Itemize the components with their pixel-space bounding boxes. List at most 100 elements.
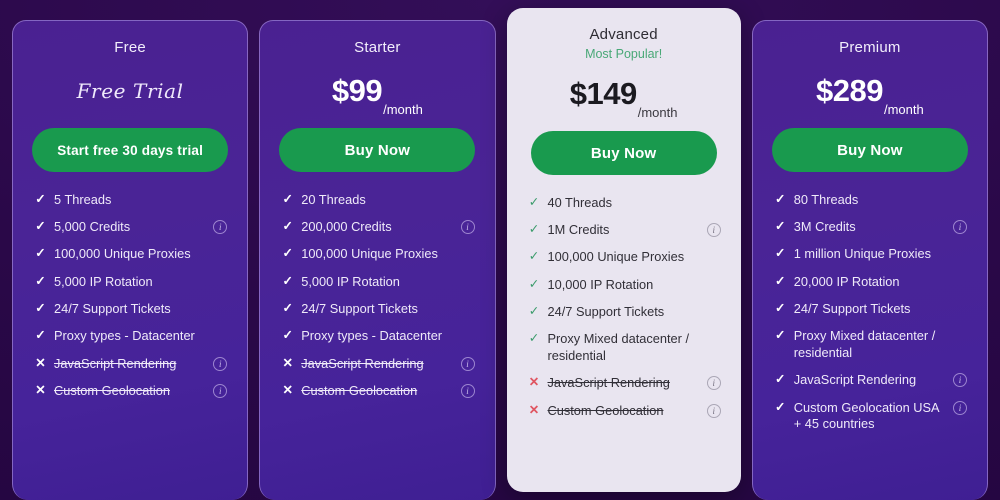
feature-item: ✓ 200,000 Credits i [282,213,475,240]
check-icon: ✓ [528,331,540,346]
pricing-card-premium: Premium $289/month Buy Now ✓ 80 Threads ✓ 3M C… [751,20,988,500]
check-icon: ✓ [35,246,46,261]
info-icon[interactable]: i [213,384,228,399]
feature-label: 10,000 IP Rotation [547,276,654,292]
check-icon: ✓ [282,328,293,343]
feature-item: ✓ 24/7 Support Tickets [529,299,721,326]
feature-item: ✓ 24/7 Support Tickets [35,296,227,323]
buy-now-button[interactable]: Buy Now [771,128,968,172]
feature-label: 20,000 IP Rotation [793,273,900,289]
feature-item: ✓ 20,000 IP Rotation [775,268,967,295]
price-block: $149/month [570,63,678,125]
feature-item: ✓ 10,000 IP Rotation [529,271,721,298]
feature-item: ✕ JavaScript Rendering i [282,350,475,377]
feature-item: ✓ Proxy types - Datacenter [35,323,227,350]
feature-list: ✓ 40 Threads ✓ 1M Credits i ✓ 100,000 Unique P… [523,189,725,424]
info-icon[interactable]: i [953,219,967,234]
feature-item: ✓ 24/7 Support Tickets [775,296,967,323]
feature-label: Custom Geolocation [54,383,170,399]
check-icon: ✓ [775,246,786,261]
feature-label: Proxy types - Datacenter [301,328,443,344]
info-icon[interactable]: i [953,373,967,388]
info-icon[interactable]: i [213,356,228,371]
feature-label: 24/7 Support Tickets [547,304,665,319]
feature-item: ✓ 20 Threads [282,186,474,213]
info-icon[interactable]: i [953,400,967,415]
check-icon: ✓ [35,301,46,315]
feature-item: ✕ Custom Geolocation i [529,397,721,424]
feature-item: ✓ Proxy Mixed datacenter / residential [775,323,967,367]
feature-item: ✓ 5 Threads [35,186,227,213]
check-icon: ✓ [775,301,786,315]
feature-label: 40 Threads [547,194,613,210]
feature-item: ✓ 100,000 Unique Proxies [35,241,227,268]
feature-label: JavaScript Rendering [54,355,177,371]
feature-label: 1 million Unique Proxies [793,246,932,262]
feature-label: 1M Credits [547,221,610,237]
check-icon: ✓ [775,191,786,206]
info-icon[interactable]: i [460,384,475,399]
feature-label: 24/7 Support Tickets [301,301,418,316]
pricing-card-advanced: Advanced Most Popular! $149/month Buy Now ✓ 4… [506,8,741,492]
price-block: Free Trial [77,60,184,122]
feature-item: ✓ 5,000 IP Rotation [282,268,474,295]
info-icon[interactable]: i [460,356,475,371]
feature-label: 5,000 IP Rotation [301,273,400,289]
plan-name: Premium [839,39,901,56]
most-popular-badge: Most Popular! [585,47,663,61]
feature-list: ✓ 80 Threads ✓ 3M Credits i ✓ 1 million Unique… [769,186,971,438]
feature-item: ✓ 100,000 Unique Proxies [282,241,474,268]
cross-icon: ✕ [528,402,540,417]
check-icon: ✓ [282,301,293,315]
plan-name: Free [114,39,146,56]
feature-item: ✓ Custom Geolocation USA + 45 countries i [775,394,967,438]
feature-item: ✓ 5,000 Credits i [35,213,228,240]
feature-label: JavaScript Rendering [301,355,424,371]
pricing-table: Free Free Trial Start free 30 days trial ✓ 5… [0,0,1000,500]
feature-label: Proxy Mixed datacenter / residential [793,328,936,360]
check-icon: ✓ [282,246,293,261]
feature-label: Custom Geolocation [301,383,418,399]
feature-label: Custom Geolocation [547,402,664,418]
check-icon: ✓ [528,221,540,236]
price-block: $99/month [332,60,423,122]
feature-item: ✓ 40 Threads [529,189,721,216]
check-icon: ✓ [775,399,786,414]
feature-item: ✓ 24/7 Support Tickets [282,296,474,323]
check-icon: ✓ [282,218,293,233]
price-period: /month [383,102,423,117]
price-period: /month [883,102,924,117]
info-icon[interactable]: i [706,403,721,418]
feature-item: ✓ 1M Credits i [529,216,721,243]
check-icon: ✓ [35,191,46,206]
info-icon[interactable]: i [460,219,475,234]
buy-now-button[interactable]: Buy Now [530,131,717,175]
feature-item: ✕ Custom Geolocation i [35,378,228,405]
info-icon[interactable]: i [213,219,228,234]
feature-label: 24/7 Support Tickets [54,301,171,316]
feature-label: 5,000 IP Rotation [54,273,153,289]
cross-icon: ✕ [528,375,540,390]
feature-item: ✓ 1 million Unique Proxies [775,241,967,268]
feature-item: ✕ JavaScript Rendering i [35,350,228,377]
feature-label: 3M Credits [793,218,856,234]
feature-item: ✓ 5,000 IP Rotation [35,268,227,295]
feature-item: ✓ JavaScript Rendering i [775,367,967,394]
price-amount: $149 [569,76,637,111]
feature-label: 5,000 Credits [54,218,131,234]
feature-label: 24/7 Support Tickets [793,301,911,316]
feature-label: 200,000 Credits [301,218,392,234]
start-trial-button[interactable]: Start free 30 days trial [32,128,229,172]
buy-now-button[interactable]: Buy Now [279,128,476,172]
feature-label: Custom Geolocation USA + 45 countries [793,399,939,431]
feature-item: ✓ Proxy Mixed datacenter / residential [529,326,721,370]
cross-icon: ✕ [282,355,293,370]
cross-icon: ✕ [35,355,46,370]
feature-label: 100,000 Unique Proxies [301,246,438,262]
feature-item: ✓ 100,000 Unique Proxies [529,244,721,271]
feature-label: 5 Threads [54,191,112,207]
feature-item: ✓ 80 Threads [775,186,967,213]
feature-label: 20 Threads [301,191,366,207]
info-icon[interactable]: i [706,222,721,237]
info-icon[interactable]: i [706,376,721,391]
